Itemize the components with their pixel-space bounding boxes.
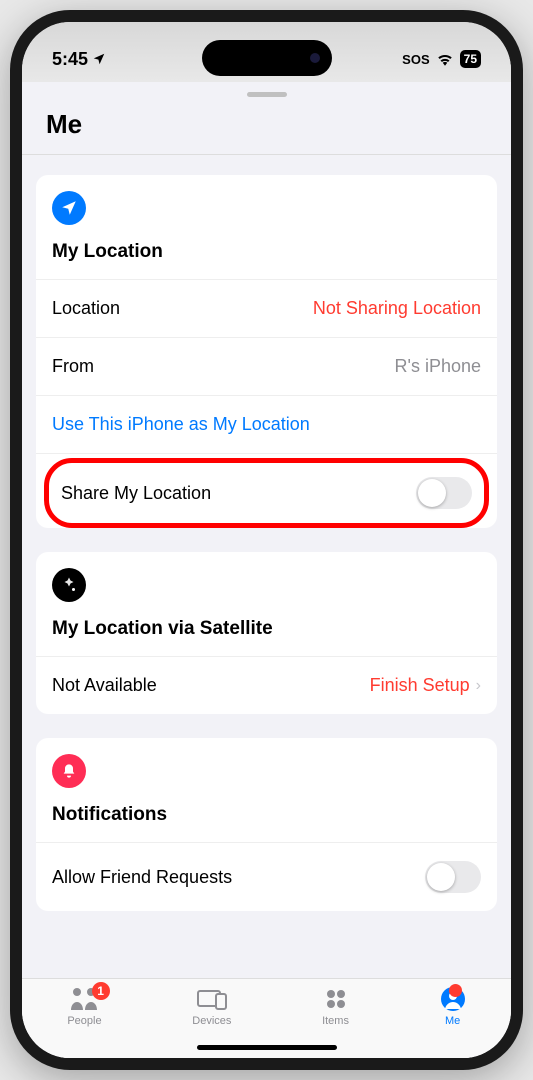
home-indicator[interactable] <box>197 1045 337 1050</box>
location-label: Location <box>52 298 120 319</box>
satellite-card: My Location via Satellite Not Available … <box>36 552 497 714</box>
my-location-card: My Location Location Not Sharing Locatio… <box>36 175 497 528</box>
content-sheet: Me My Location Location Not Sharing Loca… <box>22 82 511 1058</box>
from-value: R's iPhone <box>395 356 481 377</box>
location-row[interactable]: Location Not Sharing Location <box>36 280 497 338</box>
my-location-heading: My Location <box>36 235 497 280</box>
satellite-row[interactable]: Not Available Finish Setup › <box>36 657 497 714</box>
location-icon <box>52 191 86 225</box>
tab-bar: 1 People Devices Items <box>22 978 511 1058</box>
satellite-heading: My Location via Satellite <box>36 612 497 657</box>
people-badge: 1 <box>92 982 110 1000</box>
people-label: People <box>67 1015 101 1027</box>
share-my-location-label: Share My Location <box>61 483 211 504</box>
allow-friend-requests-row[interactable]: Allow Friend Requests <box>36 843 497 911</box>
status-time: 5:45 <box>52 49 88 70</box>
me-badge <box>449 984 462 997</box>
page-title: Me <box>22 103 511 155</box>
tab-devices[interactable]: Devices <box>192 985 231 1027</box>
me-label: Me <box>445 1015 460 1027</box>
satellite-label: Not Available <box>52 675 157 696</box>
sos-icon: SOS <box>402 52 429 67</box>
items-label: Items <box>322 1015 349 1027</box>
location-value: Not Sharing Location <box>313 298 481 319</box>
devices-label: Devices <box>192 1015 231 1027</box>
scroll-content[interactable]: My Location Location Not Sharing Locatio… <box>22 155 511 978</box>
status-time-area: 5:45 <box>52 49 106 70</box>
phone-frame: 5:45 SOS 75 Me My Location <box>10 10 523 1070</box>
battery-icon: 75 <box>460 50 481 68</box>
sheet-grabber[interactable] <box>247 92 287 97</box>
items-icon <box>324 987 348 1011</box>
status-right: SOS 75 <box>402 50 481 68</box>
bell-icon <box>52 754 86 788</box>
allow-friend-requests-label: Allow Friend Requests <box>52 867 232 888</box>
share-my-location-toggle[interactable] <box>416 477 472 509</box>
tab-items[interactable]: Items <box>322 985 349 1027</box>
wifi-icon <box>436 52 454 66</box>
share-my-location-row[interactable]: Share My Location <box>49 463 484 523</box>
tab-me[interactable]: Me <box>440 985 466 1027</box>
phone-screen: 5:45 SOS 75 Me My Location <box>22 22 511 1058</box>
finish-setup-value: Finish Setup <box>370 675 470 696</box>
notifications-card: Notifications Allow Friend Requests <box>36 738 497 911</box>
satellite-icon <box>52 568 86 602</box>
from-row[interactable]: From R's iPhone <box>36 338 497 396</box>
allow-friend-requests-toggle[interactable] <box>425 861 481 893</box>
use-this-iphone-link[interactable]: Use This iPhone as My Location <box>36 396 497 454</box>
devices-icon <box>196 988 228 1010</box>
dynamic-island <box>202 40 332 76</box>
from-label: From <box>52 356 94 377</box>
highlight-ring: Share My Location <box>44 458 489 528</box>
tab-people[interactable]: 1 People <box>67 985 101 1027</box>
chevron-right-icon: › <box>476 677 481 695</box>
location-arrow-icon <box>92 52 106 66</box>
notifications-heading: Notifications <box>36 798 497 843</box>
